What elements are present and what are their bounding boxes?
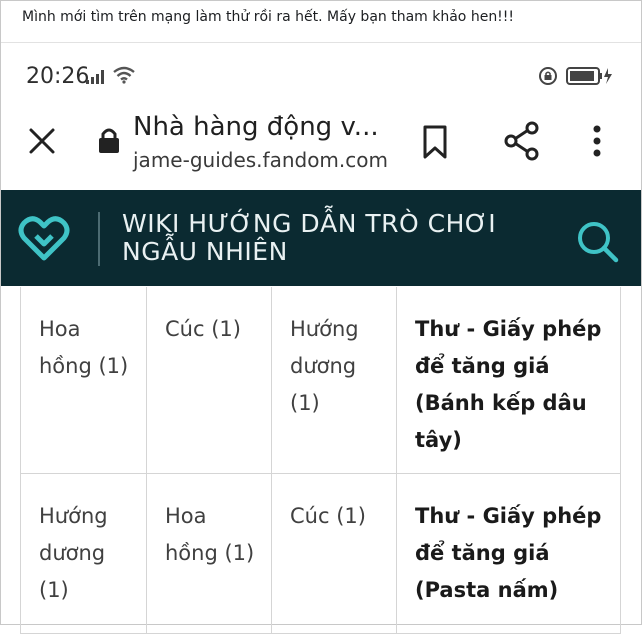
wiki-title[interactable]: WIKI HƯỚNG DẪN TRÒ CHƠI NGẪU NHIÊN <box>122 210 496 266</box>
post-caption: Mình mới tìm trên mạng làm thử rồi ra hế… <box>22 9 515 25</box>
wiki-title-line1: WIKI HƯỚNG DẪN TRÒ CHƠI <box>122 209 497 238</box>
more-vertical-icon[interactable] <box>590 124 604 158</box>
signal-icon <box>86 70 104 84</box>
search-icon[interactable] <box>576 220 620 264</box>
table-cell: Hướng dương (1) <box>20 472 147 634</box>
table-row: Hướng dương (1) Hoa hồng (1) Cúc (1) Thư… <box>20 472 621 634</box>
fandom-heart-logo[interactable] <box>18 214 70 262</box>
page-url[interactable]: jame-guides.fandom.com <box>133 148 388 172</box>
table-cell: Cúc (1) <box>146 287 272 474</box>
table-cell: Hoa hồng (1) <box>20 287 147 474</box>
rotation-lock-icon <box>539 67 557 85</box>
table-row: Hoa hồng (1) Cúc (1) Hướng dương (1) Thư… <box>20 287 621 474</box>
close-icon[interactable] <box>27 126 57 156</box>
recipe-table: Hoa hồng (1) Cúc (1) Hướng dương (1) Thư… <box>20 287 621 634</box>
status-time: 20:26 <box>26 64 90 89</box>
share-icon[interactable] <box>503 121 541 161</box>
bookmark-icon[interactable] <box>420 124 450 160</box>
table-cell: Cúc (1) <box>271 472 397 634</box>
page-title[interactable]: Nhà hàng động v... <box>133 112 379 142</box>
battery-charging-icon <box>566 67 612 85</box>
table-cell: Thư - Giấy phép để tăng giá (Pasta nấm) <box>396 472 621 634</box>
wiki-title-line2: NGẪU NHIÊN <box>122 237 288 266</box>
table-cell: Hoa hồng (1) <box>146 472 272 634</box>
table-cell: Hướng dương (1) <box>271 287 397 474</box>
table-cell: Thư - Giấy phép để tăng giá (Bánh kếp dâ… <box>396 287 621 474</box>
wifi-icon <box>113 66 135 84</box>
wiki-header-separator <box>98 212 100 266</box>
padlock-icon <box>99 128 119 153</box>
